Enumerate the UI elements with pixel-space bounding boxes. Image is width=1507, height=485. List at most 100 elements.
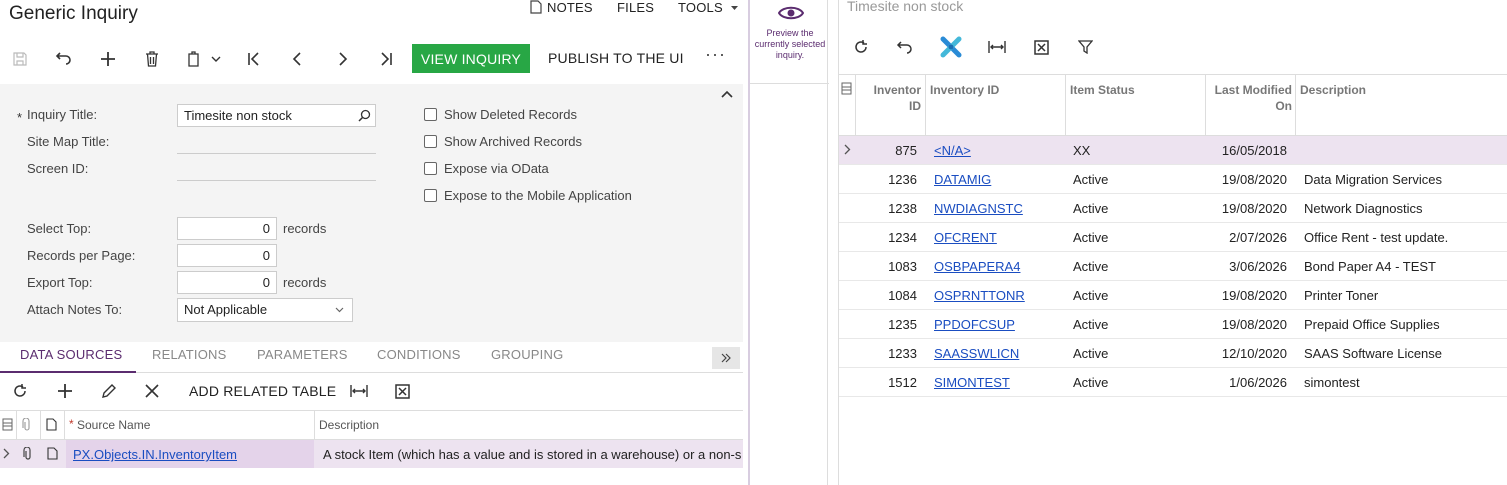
cell-inventory-id-link[interactable]: NWDIAGNSTC [934,201,1023,216]
show-archived-checkbox[interactable] [424,135,437,148]
cell-description: Data Migration Services [1304,172,1442,187]
inquiry-title-input[interactable]: Timesite non stock [177,104,376,127]
first-record-icon[interactable] [243,48,265,70]
tab-grouping[interactable]: GROUPING [491,347,563,362]
row-expand-chevron-icon[interactable] [3,448,10,459]
fit-columns-icon[interactable] [350,384,368,398]
last-record-icon[interactable] [375,48,397,70]
attach-notes-select[interactable]: Not Applicable [177,298,353,322]
export-top-input[interactable]: 0 [177,271,277,294]
attachment-icon[interactable] [23,447,33,461]
tabs-scroll-right-icon[interactable] [712,347,740,369]
required-mark: * [17,110,23,125]
files-button[interactable]: FILES [617,0,654,15]
refresh-icon[interactable] [12,383,28,399]
select-top-input[interactable]: 0 [177,217,277,240]
table-row[interactable]: 1083 OSBPAPERA4 Active 3/06/2026 Bond Pa… [839,252,1507,281]
fit-columns-results-icon[interactable] [986,37,1008,57]
table-row[interactable]: 1084 OSPRNTTONR Active 19/08/2020 Printe… [839,281,1507,310]
table-row[interactable]: 1234 OFCRENT Active 2/07/2026 Office Ren… [839,223,1507,252]
results-grid-header: Inventor ID Inventory ID Item Status Las… [839,74,1507,137]
collapse-chevron-icon[interactable] [721,90,733,98]
row-settings-icon[interactable] [2,418,13,431]
cell-inventory-id-link[interactable]: OSPRNTTONR [934,288,1025,303]
table-row[interactable]: 1236 DATAMIG Active 19/08/2020 Data Migr… [839,165,1507,194]
source-description: A stock Item (which has a value and is s… [323,447,742,462]
cell-inventory-id-link[interactable]: OFCRENT [934,230,997,245]
table-row[interactable]: 875 <N/A> XX 16/05/2018 [839,136,1507,165]
undo-results-icon[interactable] [895,37,915,57]
delete-row-icon[interactable] [145,384,159,398]
save-icon[interactable] [9,48,31,70]
col-inventory-id[interactable]: Inventory ID [930,82,999,98]
cell-inventory-id-link[interactable]: SAASSWLICN [934,346,1019,361]
cell-inventory-id-link[interactable]: OSBPAPERA4 [934,259,1020,274]
undo-icon[interactable] [53,48,75,70]
show-deleted-checkbox[interactable] [424,108,437,121]
cell-description: Prepaid Office Supplies [1304,317,1440,332]
show-archived-label: Show Archived Records [444,134,583,149]
col-description[interactable]: Description [1300,82,1366,98]
tab-parameters[interactable]: PARAMETERS [257,347,348,362]
publish-to-ui-button[interactable]: PUBLISH TO THE UI [548,50,684,66]
tab-conditions[interactable]: CONDITIONS [377,347,461,362]
table-row[interactable]: 1233 SAASSWLICN Active 12/10/2020 SAAS S… [839,339,1507,368]
cell-inventory-id-link[interactable]: DATAMIG [934,172,991,187]
col-inventory-num[interactable]: Inventor ID [859,82,921,114]
tools-label: TOOLS [678,0,723,15]
table-row[interactable]: 1235 PPDOFCSUP Active 19/08/2020 Prepaid… [839,310,1507,339]
add-icon[interactable] [97,48,119,70]
expose-odata-checkbox[interactable] [424,162,437,175]
site-map-title-field[interactable] [177,153,376,154]
filter-icon[interactable] [1075,37,1095,57]
more-actions-button[interactable]: ··· [705,44,726,65]
col-item-status[interactable]: Item Status [1070,82,1135,98]
records-per-page-input[interactable]: 0 [177,244,277,267]
cell-inventory-id-link[interactable]: <N/A> [934,143,971,158]
tools-button[interactable]: TOOLS [678,0,738,15]
results-title: Timesite non stock [847,0,964,14]
caret-down-icon [730,6,738,11]
cell-status: Active [1073,375,1109,390]
eye-icon [778,4,804,22]
cell-inventory-id-link[interactable]: PPDOFCSUP [934,317,1015,332]
results-row-settings-icon[interactable] [841,82,852,95]
add-related-table-button[interactable]: ADD RELATED TABLE [189,383,336,399]
copy-paste-icon[interactable] [185,48,223,70]
expose-mobile-checkbox[interactable] [424,189,437,202]
add-row-icon[interactable] [57,383,73,399]
table-row[interactable]: 1238 NWDIAGNSTC Active 19/08/2020 Networ… [839,194,1507,223]
preview-button[interactable]: Preview the currently selected inquiry. [750,0,829,84]
refresh-results-icon[interactable] [851,37,871,57]
screen-id-field[interactable] [177,180,376,181]
edit-icon[interactable] [101,383,117,399]
clear-filter-icon[interactable] [939,36,963,58]
cell-inventory-id-link[interactable]: SIMONTEST [934,375,1010,390]
show-deleted-label: Show Deleted Records [444,107,577,122]
next-record-icon[interactable] [331,48,353,70]
row-expand-chevron-icon[interactable] [844,144,851,155]
export-excel-icon[interactable] [395,384,410,399]
cell-num: 1238 [888,201,917,216]
cell-status: Active [1073,172,1109,187]
cell-description: SAAS Software License [1304,346,1443,361]
results-grid: Inventor ID Inventory ID Item Status Las… [839,74,1507,397]
cell-date: 19/08/2020 [1221,172,1287,187]
table-row[interactable]: 1512 SIMONTEST Active 1/06/2026 simontes… [839,368,1507,397]
source-name-link[interactable]: PX.Objects.IN.InventoryItem [73,447,237,462]
notes-label: NOTES [547,0,593,15]
previous-record-icon[interactable] [287,48,309,70]
note-icon[interactable] [47,447,58,460]
cell-date: 19/08/2020 [1221,201,1287,216]
delete-icon[interactable] [141,48,163,70]
tab-relations[interactable]: RELATIONS [152,347,227,362]
expose-mobile-label: Expose to the Mobile Application [444,188,632,203]
cell-description: simontest [1304,375,1360,390]
col-last-modified[interactable]: Last Modified On [1209,82,1292,114]
chevron-down-icon [335,307,344,313]
view-inquiry-button[interactable]: VIEW INQUIRY [412,44,530,73]
tab-data-sources[interactable]: DATA SOURCES [20,347,122,362]
export-excel-results-icon[interactable] [1031,37,1051,57]
table-row[interactable]: PX.Objects.IN.InventoryItem A stock Item… [0,440,743,468]
search-icon[interactable] [358,109,371,122]
